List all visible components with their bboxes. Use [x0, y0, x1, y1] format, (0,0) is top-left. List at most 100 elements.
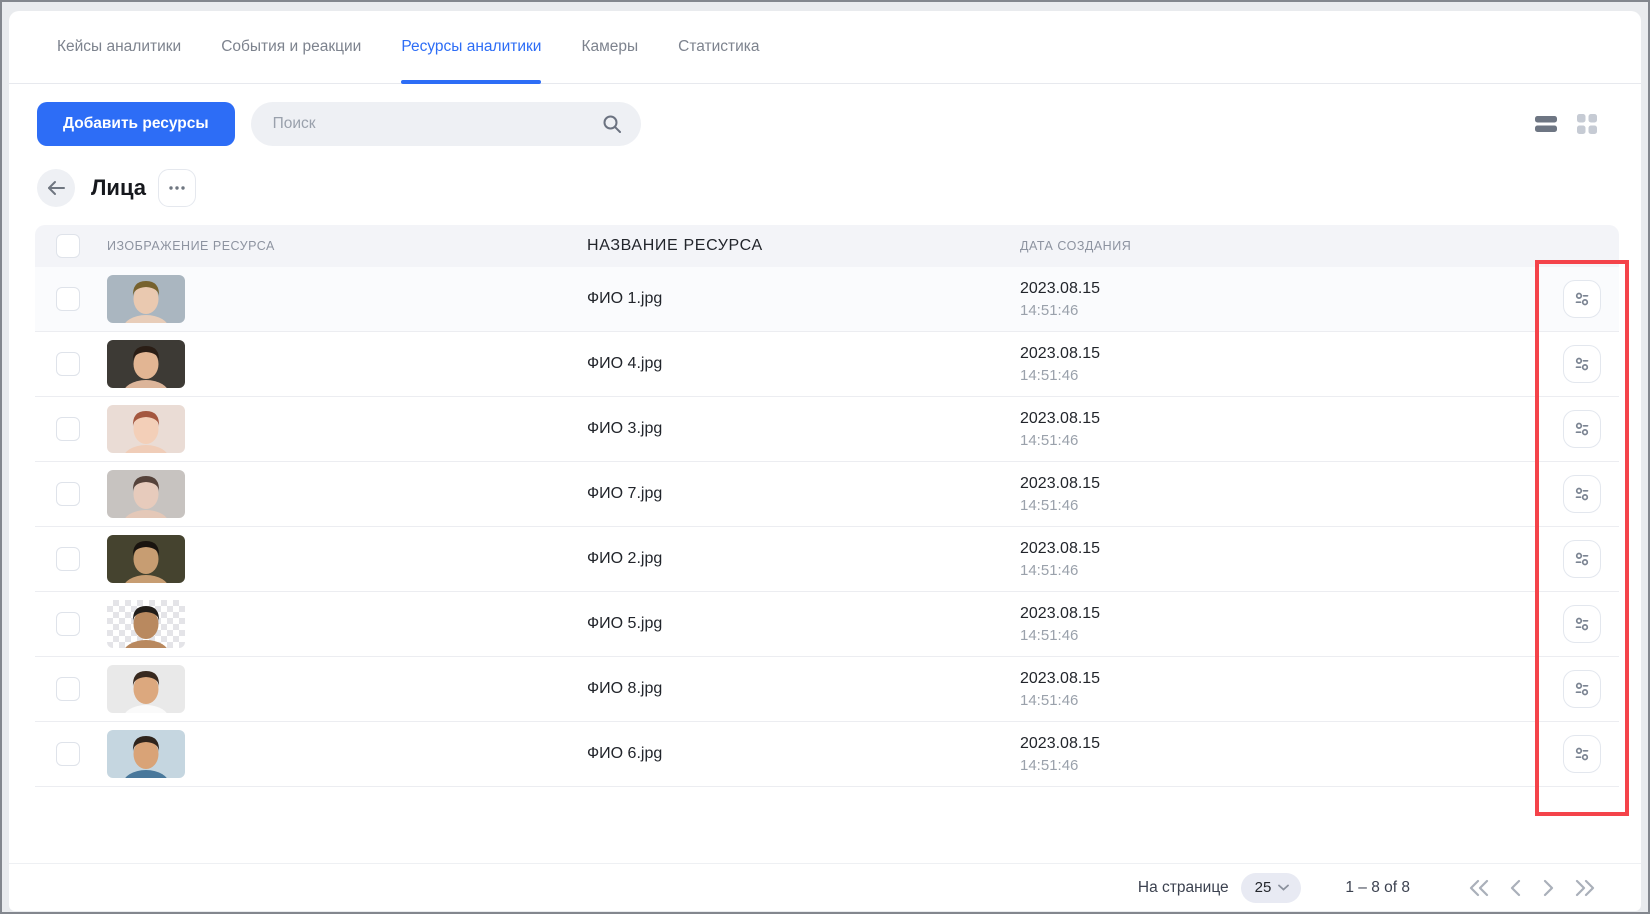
column-header-created: ДАТА СОЗДАНИЯ	[1020, 239, 1460, 253]
resource-name: ФИО 3.jpg	[587, 420, 662, 438]
per-page-select[interactable]: 25	[1241, 873, 1302, 903]
row-checkbox[interactable]	[56, 417, 80, 441]
resource-thumbnail[interactable]	[107, 275, 185, 323]
table-body: ФИО 1.jpg 2023.08.15 14:51:46	[35, 267, 1619, 787]
resource-thumbnail[interactable]	[107, 405, 185, 453]
row-checkbox[interactable]	[56, 482, 80, 506]
created-date: 2023.08.15	[1020, 732, 1100, 755]
resource-thumbnail[interactable]	[107, 535, 185, 583]
row-settings-button[interactable]	[1563, 475, 1601, 513]
table-row[interactable]: ФИО 8.jpg 2023.08.15 14:51:46	[35, 657, 1619, 722]
created-date: 2023.08.15	[1020, 277, 1100, 300]
created-time: 14:51:46	[1020, 690, 1078, 712]
resource-name: ФИО 7.jpg	[587, 485, 662, 503]
more-actions-button[interactable]	[158, 169, 196, 207]
tune-sliders-icon	[1572, 354, 1592, 374]
resource-thumbnail[interactable]	[107, 340, 185, 388]
row-checkbox[interactable]	[56, 612, 80, 636]
row-settings-button[interactable]	[1563, 345, 1601, 383]
resource-thumbnail[interactable]	[107, 600, 185, 648]
view-toggles	[1535, 114, 1597, 134]
resource-name: ФИО 1.jpg	[587, 290, 662, 308]
per-page-label: На странице	[1138, 879, 1229, 897]
row-checkbox[interactable]	[56, 742, 80, 766]
screenshot-frame: Кейсы аналитики События и реакции Ресурс…	[2, 2, 1648, 912]
table-header: ИЗОБРАЖЕНИЕ РЕСУРСА НАЗВАНИЕ РЕСУРСА ДАТ…	[35, 225, 1619, 267]
table-row[interactable]: ФИО 4.jpg 2023.08.15 14:51:46	[35, 332, 1619, 397]
search-icon	[601, 113, 623, 135]
next-page-button[interactable]	[1542, 879, 1554, 897]
created-time: 14:51:46	[1020, 560, 1078, 582]
column-header-name: НАЗВАНИЕ РЕСУРСА	[587, 237, 1020, 255]
chevron-down-icon	[1278, 884, 1289, 891]
resource-thumbnail[interactable]	[107, 730, 185, 778]
tune-sliders-icon	[1572, 614, 1592, 634]
row-settings-button[interactable]	[1563, 280, 1601, 318]
tab-statistics[interactable]: Статистика	[678, 11, 759, 83]
range-text: 1 – 8 of 8	[1345, 879, 1410, 897]
resource-name: ФИО 4.jpg	[587, 355, 662, 373]
created-date: 2023.08.15	[1020, 537, 1100, 560]
tune-sliders-icon	[1572, 484, 1592, 504]
table-row[interactable]: ФИО 6.jpg 2023.08.15 14:51:46	[35, 722, 1619, 787]
created-time: 14:51:46	[1020, 495, 1078, 517]
created-date: 2023.08.15	[1020, 602, 1100, 625]
created-time: 14:51:46	[1020, 365, 1078, 387]
row-settings-button[interactable]	[1563, 670, 1601, 708]
table-row[interactable]: ФИО 7.jpg 2023.08.15 14:51:46	[35, 462, 1619, 527]
tab-events-reactions[interactable]: События и реакции	[221, 11, 361, 83]
grid-view-icon[interactable]	[1577, 114, 1597, 134]
first-page-button[interactable]	[1468, 879, 1490, 897]
created-date: 2023.08.15	[1020, 407, 1100, 430]
tune-sliders-icon	[1572, 419, 1592, 439]
back-button[interactable]	[37, 169, 75, 207]
pagination-bar: На странице 25 1 – 8 of 8	[9, 863, 1641, 911]
app-window: Кейсы аналитики События и реакции Ресурс…	[9, 11, 1641, 911]
pager-controls	[1468, 879, 1596, 897]
select-all-checkbox[interactable]	[56, 234, 80, 258]
resource-name: ФИО 8.jpg	[587, 680, 662, 698]
created-time: 14:51:46	[1020, 755, 1078, 777]
row-settings-button[interactable]	[1563, 540, 1601, 578]
resource-name: ФИО 6.jpg	[587, 745, 662, 763]
tab-analytics-resources[interactable]: Ресурсы аналитики	[401, 11, 541, 83]
tune-sliders-icon	[1572, 549, 1592, 569]
table-row[interactable]: ФИО 2.jpg 2023.08.15 14:51:46	[35, 527, 1619, 592]
per-page-value: 25	[1255, 879, 1272, 896]
ellipsis-icon	[168, 185, 186, 191]
created-date: 2023.08.15	[1020, 667, 1100, 690]
created-time: 14:51:46	[1020, 625, 1078, 647]
column-header-image: ИЗОБРАЖЕНИЕ РЕСУРСА	[107, 239, 587, 253]
row-checkbox[interactable]	[56, 677, 80, 701]
prev-page-button[interactable]	[1510, 879, 1522, 897]
resource-thumbnail[interactable]	[107, 665, 185, 713]
table-row[interactable]: ФИО 3.jpg 2023.08.15 14:51:46	[35, 397, 1619, 462]
table-row[interactable]: ФИО 5.jpg 2023.08.15 14:51:46	[35, 592, 1619, 657]
tune-sliders-icon	[1572, 289, 1592, 309]
tab-bar: Кейсы аналитики События и реакции Ресурс…	[9, 11, 1641, 84]
table-row[interactable]: ФИО 1.jpg 2023.08.15 14:51:46	[35, 267, 1619, 332]
resources-table: ИЗОБРАЖЕНИЕ РЕСУРСА НАЗВАНИЕ РЕСУРСА ДАТ…	[35, 225, 1619, 787]
resource-name: ФИО 2.jpg	[587, 550, 662, 568]
row-checkbox[interactable]	[56, 287, 80, 311]
resource-name: ФИО 5.jpg	[587, 615, 662, 633]
toolbar: Добавить ресурсы	[9, 102, 1641, 146]
tune-sliders-icon	[1572, 679, 1592, 699]
search-box[interactable]	[251, 102, 641, 146]
list-view-icon[interactable]	[1535, 115, 1557, 133]
last-page-button[interactable]	[1574, 879, 1596, 897]
row-settings-button[interactable]	[1563, 410, 1601, 448]
add-resources-button[interactable]: Добавить ресурсы	[37, 102, 235, 146]
arrow-left-icon	[46, 180, 66, 196]
row-checkbox[interactable]	[56, 547, 80, 571]
search-input[interactable]	[271, 114, 601, 134]
resource-thumbnail[interactable]	[107, 470, 185, 518]
row-settings-button[interactable]	[1563, 605, 1601, 643]
row-settings-button[interactable]	[1563, 735, 1601, 773]
row-checkbox[interactable]	[56, 352, 80, 376]
created-time: 14:51:46	[1020, 430, 1078, 452]
page-title: Лица	[91, 175, 146, 201]
tab-analytics-cases[interactable]: Кейсы аналитики	[57, 11, 181, 83]
tab-cameras[interactable]: Камеры	[581, 11, 638, 83]
created-date: 2023.08.15	[1020, 342, 1100, 365]
